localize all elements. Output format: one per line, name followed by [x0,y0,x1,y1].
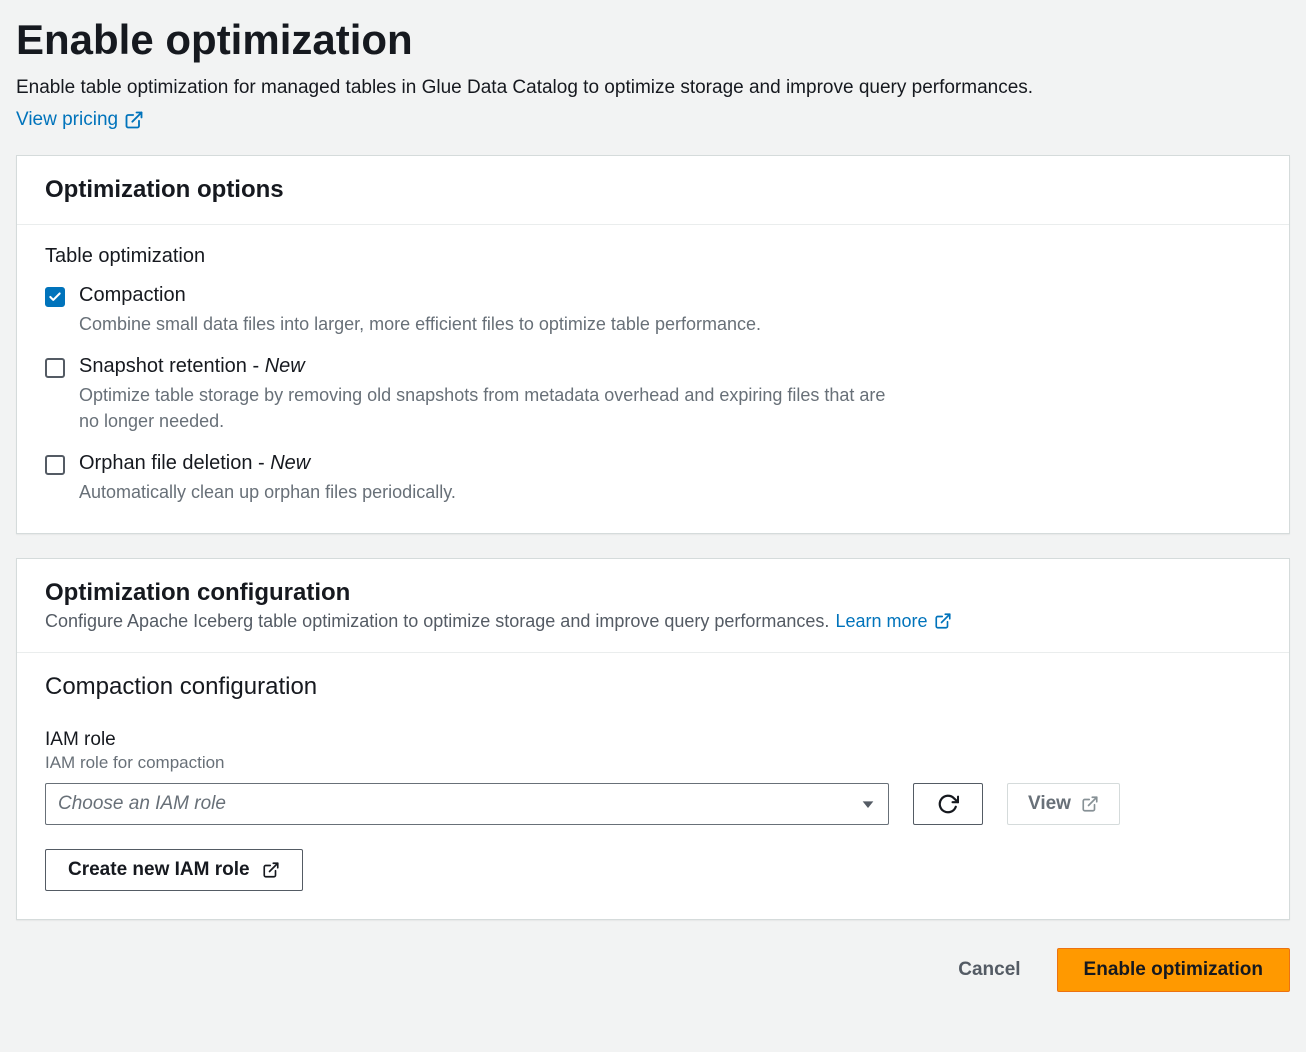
section-label: Table optimization [45,245,1261,268]
option-title: Compaction [79,284,761,307]
orphan-file-deletion-checkbox[interactable] [45,455,65,475]
select-placeholder: Choose an IAM role [58,793,226,815]
panel-body: Table optimization Compaction Combine sm… [17,225,1289,533]
refresh-icon [937,793,959,815]
panel-title: Optimization options [45,176,1261,204]
page-subtitle: Enable table optimization for managed ta… [16,74,1290,103]
check-icon [48,290,62,304]
panel-title: Optimization configuration [45,579,1261,607]
footer-actions: Cancel Enable optimization [16,948,1290,992]
snapshot-retention-checkbox[interactable] [45,358,65,378]
iam-role-help: IAM role for compaction [45,753,1261,773]
caret-down-icon [860,796,876,812]
link-label: View pricing [16,109,118,131]
cancel-button[interactable]: Cancel [946,949,1032,991]
option-snapshot-retention: Snapshot retention - New Optimize table … [45,355,1261,434]
view-role-button[interactable]: View [1007,783,1120,825]
option-desc: Automatically clean up orphan files peri… [79,479,456,505]
iam-role-label: IAM role [45,729,1261,751]
option-orphan-file-deletion: Orphan file deletion - New Automatically… [45,452,1261,505]
compaction-checkbox[interactable] [45,287,65,307]
option-title: Orphan file deletion - New [79,452,456,475]
external-link-icon [934,612,952,630]
view-pricing-link[interactable]: View pricing [16,109,144,131]
external-link-icon [1081,795,1099,813]
option-desc: Optimize table storage by removing old s… [79,382,899,434]
panel-desc: Configure Apache Iceberg table optimizat… [45,611,1261,632]
compaction-config-title: Compaction configuration [45,673,1261,701]
page-title: Enable optimization [16,0,1290,64]
external-link-icon [262,861,280,879]
panel-desc-text: Configure Apache Iceberg table optimizat… [45,611,829,632]
panel-header: Optimization configuration Configure Apa… [17,559,1289,653]
button-label: View [1028,793,1071,815]
option-desc: Combine small data files into larger, mo… [79,311,761,337]
optimization-options-panel: Optimization options Table optimization … [16,155,1290,534]
option-compaction: Compaction Combine small data files into… [45,284,1261,337]
panel-body: Compaction configuration IAM role IAM ro… [17,653,1289,919]
create-iam-role-button[interactable]: Create new IAM role [45,849,303,891]
link-label: Learn more [835,611,927,632]
option-title: Snapshot retention - New [79,355,899,378]
learn-more-link[interactable]: Learn more [835,611,951,632]
refresh-button[interactable] [913,783,983,825]
enable-optimization-button[interactable]: Enable optimization [1057,948,1290,992]
button-label: Create new IAM role [68,859,250,881]
panel-header: Optimization options [17,156,1289,225]
iam-role-select[interactable]: Choose an IAM role [45,783,889,825]
external-link-icon [124,110,144,130]
optimization-configuration-panel: Optimization configuration Configure Apa… [16,558,1290,920]
